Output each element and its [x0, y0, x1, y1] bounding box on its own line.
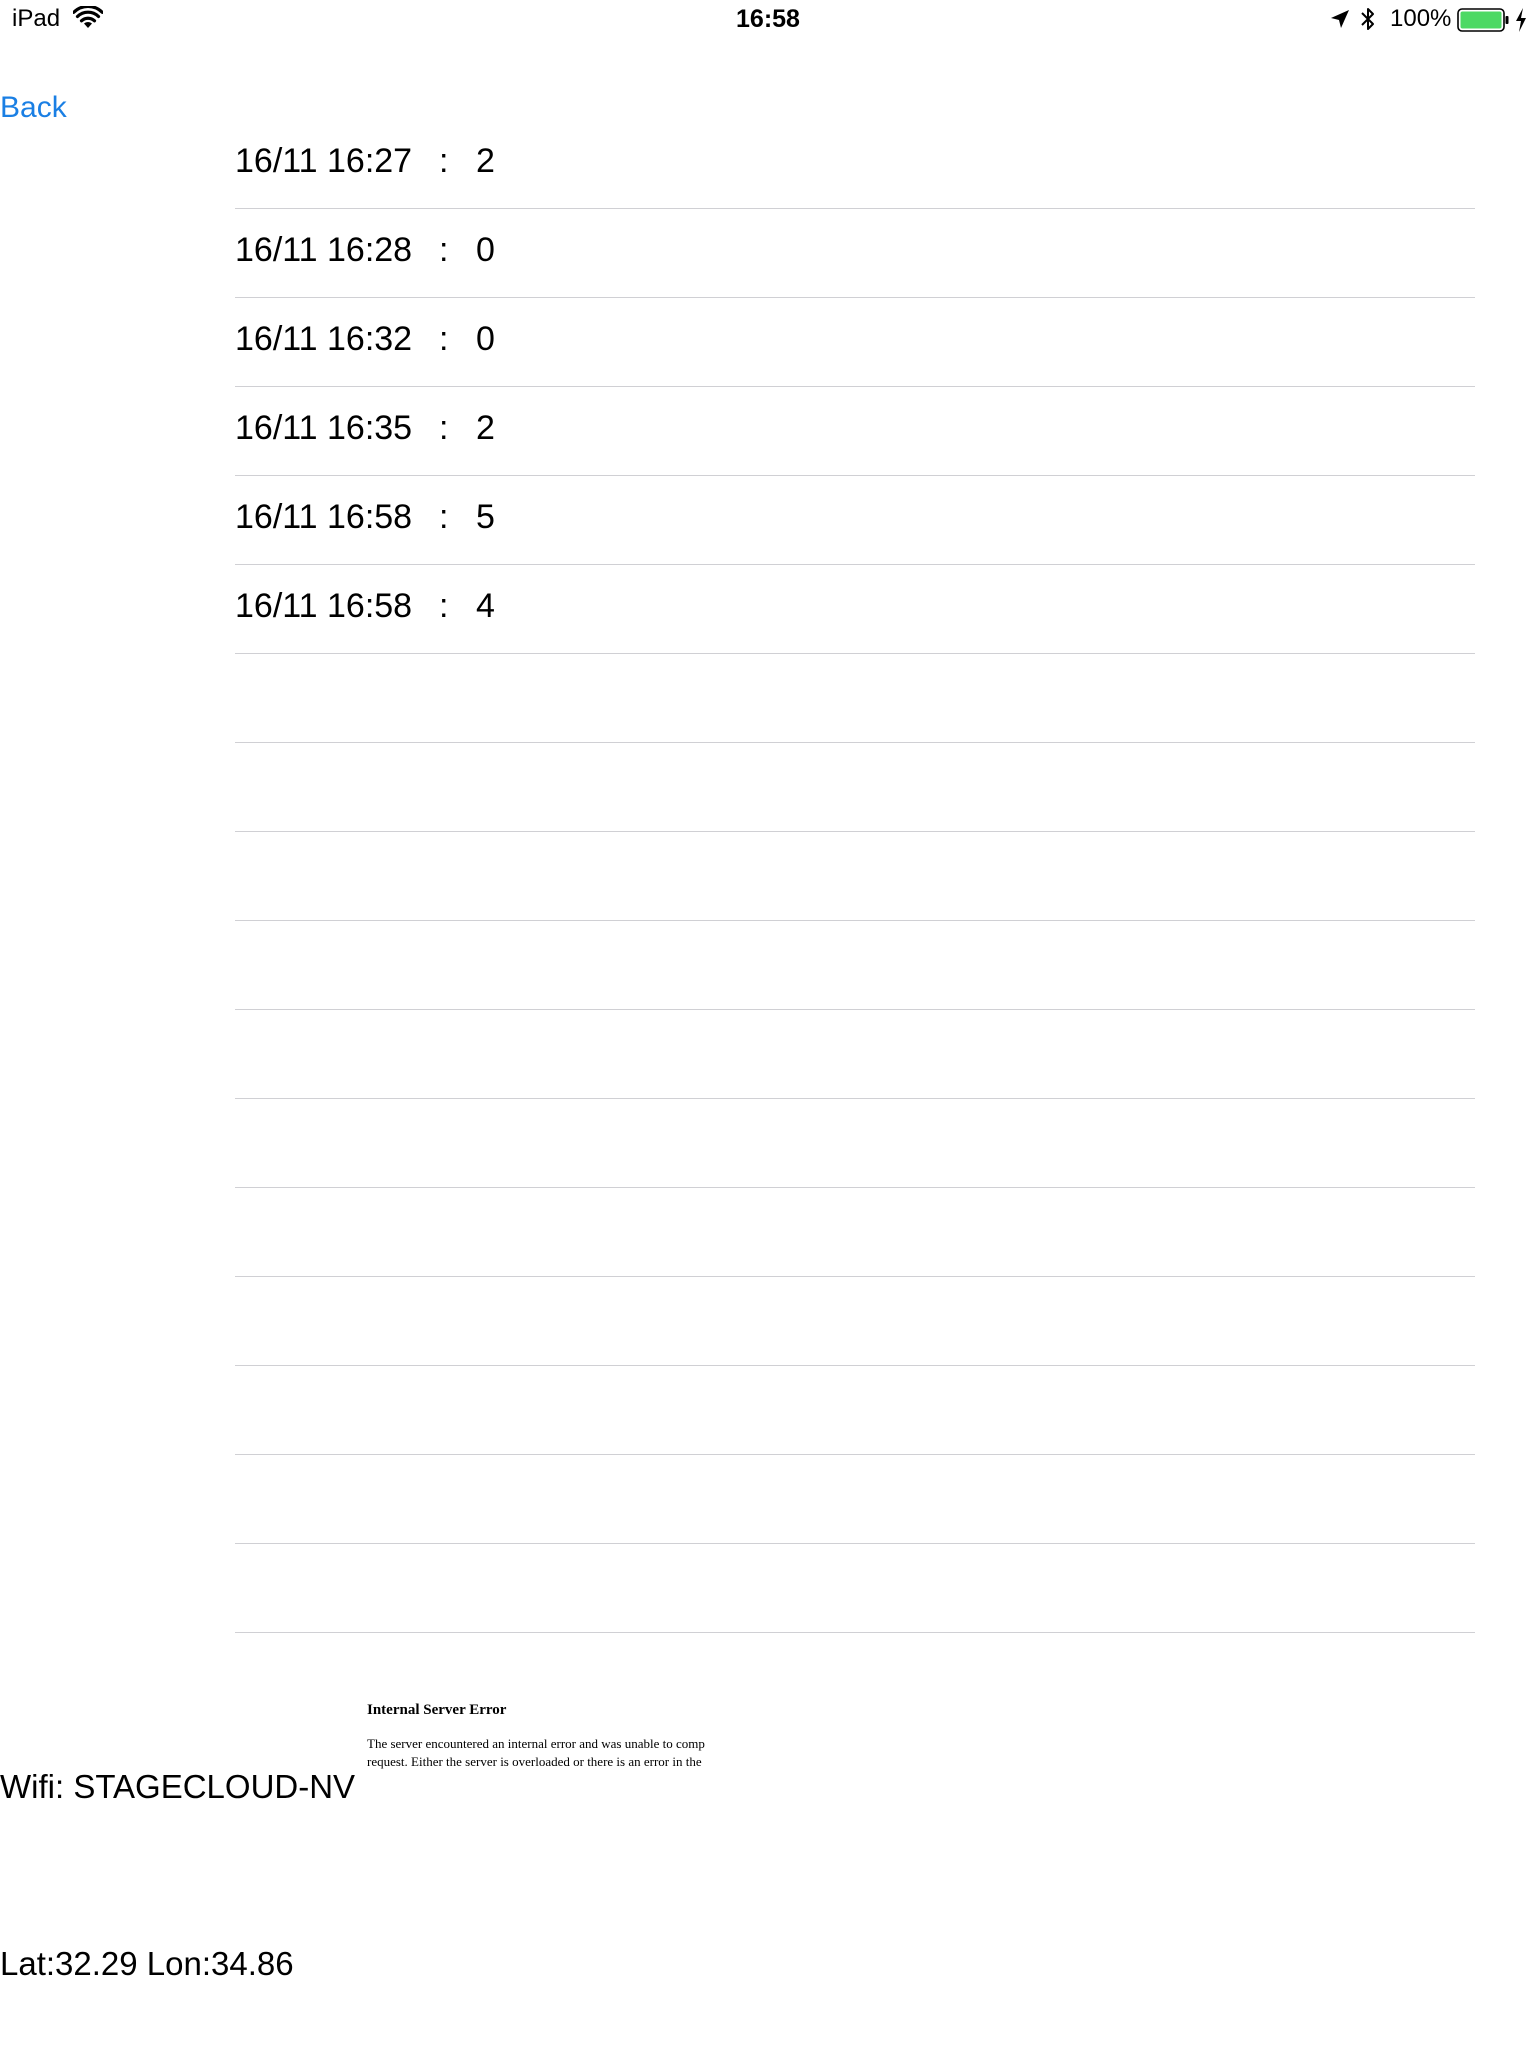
row-value: 4 — [476, 587, 495, 625]
row-timestamp: 16/11 16:35 — [235, 409, 413, 447]
history-row[interactable]: 16/11 16:27 : 2 — [235, 120, 1475, 209]
charging-bolt-icon — [1516, 8, 1526, 32]
row-timestamp: 16/11 16:28 — [235, 231, 413, 269]
error-body-line: The server encountered an internal error… — [367, 1736, 705, 1751]
row-value: 5 — [476, 498, 495, 536]
error-webview[interactable]: Internal Server Error The server encount… — [367, 1702, 753, 1792]
location-arrow-icon — [1331, 10, 1349, 28]
history-row[interactable]: 16/11 16:28 : 0 — [235, 209, 1475, 298]
history-row[interactable]: 16/11 16:32 : 0 — [235, 298, 1475, 387]
row-timestamp: 16/11 16:58 — [235, 587, 413, 625]
empty-row[interactable] — [235, 1010, 1475, 1099]
empty-row[interactable] — [235, 654, 1475, 743]
empty-row[interactable] — [235, 1544, 1475, 1633]
history-row[interactable]: 16/11 16:58 : 5 — [235, 476, 1475, 565]
empty-row[interactable] — [235, 1188, 1475, 1277]
empty-row[interactable] — [235, 1366, 1475, 1455]
row-separator: : — [439, 409, 449, 447]
row-value: 0 — [476, 320, 495, 358]
status-bar: iPad 16:58 100% — [0, 0, 1536, 40]
row-separator: : — [439, 498, 449, 536]
empty-row[interactable] — [235, 1455, 1475, 1544]
empty-row[interactable] — [235, 832, 1475, 921]
history-row[interactable]: 16/11 16:58 : 4 — [235, 565, 1475, 654]
empty-row[interactable] — [235, 921, 1475, 1010]
status-clock: 16:58 — [736, 5, 800, 33]
battery-percent: 100% — [1390, 5, 1452, 32]
history-list: 16/11 16:27 : 2 16/11 16:28 : 0 16/11 16… — [235, 120, 1475, 1633]
empty-row[interactable] — [235, 1277, 1475, 1366]
row-separator: : — [439, 320, 449, 358]
row-separator: : — [439, 231, 449, 269]
battery-icon — [1457, 8, 1509, 32]
row-timestamp: 16/11 16:58 — [235, 498, 413, 536]
location-coordinates-label: Lat:32.29 Lon:34.86 — [0, 1945, 294, 1982]
error-body-line: request. Either the server is overloaded… — [367, 1754, 702, 1769]
row-separator: : — [439, 142, 449, 180]
back-button[interactable]: Back — [0, 91, 67, 125]
bluetooth-icon — [1361, 8, 1374, 30]
row-timestamp: 16/11 16:27 — [235, 142, 413, 180]
error-title: Internal Server Error — [367, 1702, 507, 1718]
row-value: 2 — [476, 409, 495, 447]
empty-row[interactable] — [235, 1099, 1475, 1188]
history-row[interactable]: 16/11 16:35 : 2 — [235, 387, 1475, 476]
empty-row[interactable] — [235, 743, 1475, 832]
row-value: 0 — [476, 231, 495, 269]
row-separator: : — [439, 587, 449, 625]
wifi-network-label: Wifi: STAGECLOUD-NV — [0, 1768, 356, 1805]
row-value: 2 — [476, 142, 495, 180]
row-timestamp: 16/11 16:32 — [235, 320, 413, 358]
